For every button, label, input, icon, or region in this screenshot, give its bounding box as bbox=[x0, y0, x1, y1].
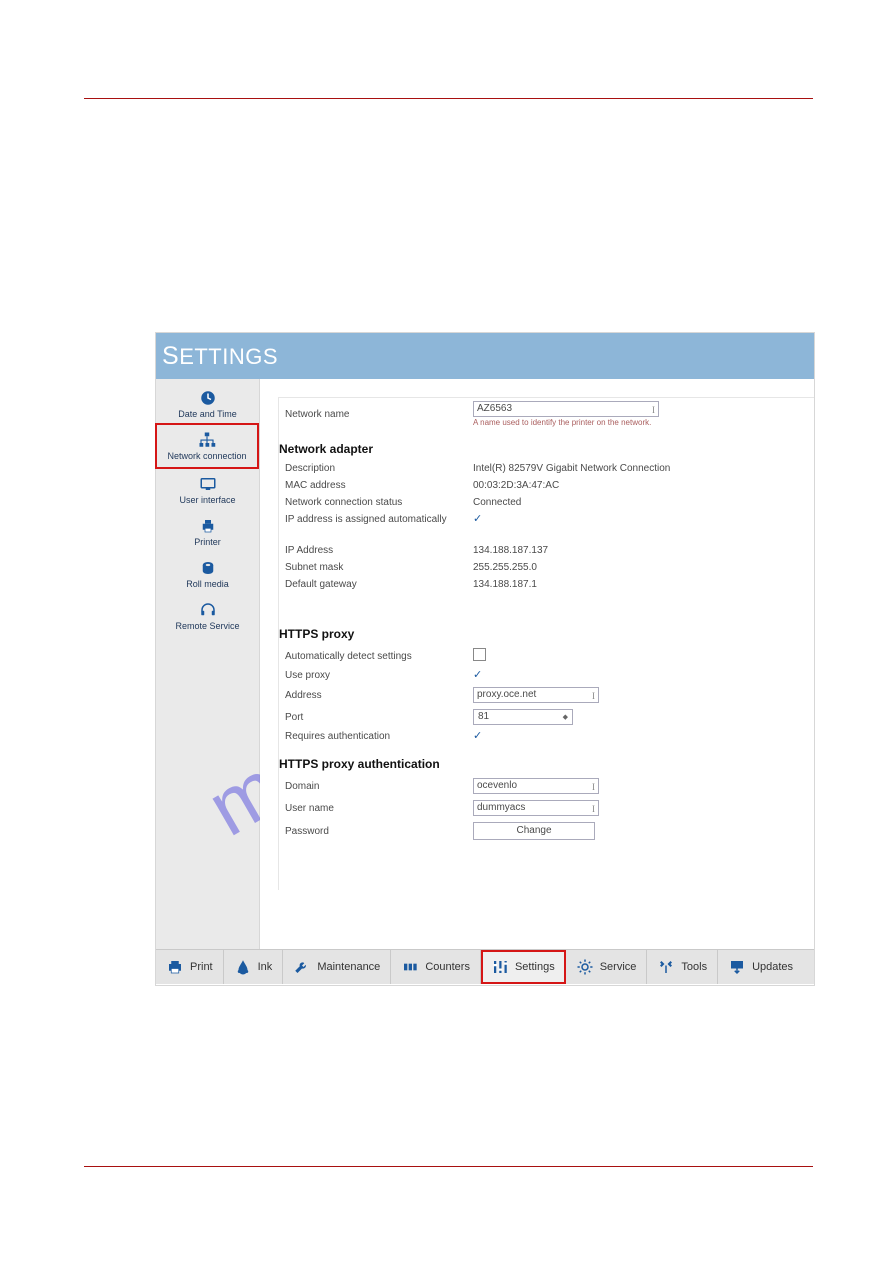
sidebar-item-remote-service[interactable]: Remote Service bbox=[156, 595, 259, 637]
description-label: Description bbox=[285, 463, 473, 474]
auto-detect-label: Automatically detect settings bbox=[285, 651, 473, 662]
network-name-hint: A name used to identify the printer on t… bbox=[473, 418, 808, 427]
clock-icon bbox=[199, 389, 217, 407]
mac-label: MAC address bbox=[285, 480, 473, 491]
tab-counters[interactable]: Counters bbox=[391, 950, 481, 984]
gateway-label: Default gateway bbox=[285, 579, 473, 590]
proxy-port-select[interactable]: 81 bbox=[473, 709, 573, 725]
settings-sidebar: Date and Time Network connection User in… bbox=[156, 379, 260, 949]
requires-auth-checkmark: ✓ bbox=[473, 731, 482, 742]
download-icon bbox=[728, 958, 746, 976]
user-name-label: User name bbox=[285, 803, 473, 814]
counter-icon bbox=[401, 958, 419, 976]
sidebar-item-label: Network connection bbox=[157, 451, 257, 461]
tab-label: Counters bbox=[425, 961, 470, 973]
sidebar-item-label: Printer bbox=[156, 537, 259, 547]
tab-label: Ink bbox=[258, 961, 273, 973]
domain-label: Domain bbox=[285, 781, 473, 792]
sliders-icon bbox=[491, 958, 509, 976]
network-adapter-heading: Network adapter bbox=[279, 430, 814, 460]
ip-addr-value: 134.188.187.137 bbox=[473, 545, 808, 556]
bottom-rule bbox=[84, 1166, 813, 1167]
tab-service[interactable]: Service bbox=[566, 950, 648, 984]
network-name-input[interactable]: AZ6563I bbox=[473, 401, 659, 417]
tab-label: Settings bbox=[515, 961, 555, 973]
printer-icon bbox=[199, 517, 217, 535]
tab-label: Updates bbox=[752, 961, 793, 973]
settings-content: Network name AZ6563I A name used to iden… bbox=[260, 379, 814, 949]
https-proxy-auth-heading: HTTPS proxy authentication bbox=[279, 745, 814, 775]
sidebar-item-printer[interactable]: Printer bbox=[156, 511, 259, 553]
sidebar-item-date-time[interactable]: Date and Time bbox=[156, 383, 259, 425]
proxy-address-input[interactable]: proxy.oce.netI bbox=[473, 687, 599, 703]
sidebar-item-user-interface[interactable]: User interface bbox=[156, 469, 259, 511]
title-rest: ETTINGS bbox=[179, 344, 278, 369]
gear-icon bbox=[576, 958, 594, 976]
conn-status-label: Network connection status bbox=[285, 497, 473, 508]
roll-icon bbox=[199, 559, 217, 577]
page-title-bar: SETTINGS bbox=[156, 333, 814, 379]
change-password-button[interactable]: Change bbox=[473, 822, 595, 840]
network-icon bbox=[198, 431, 216, 449]
tab-ink[interactable]: Ink bbox=[224, 950, 284, 984]
tab-updates[interactable]: Updates bbox=[718, 950, 803, 984]
sidebar-item-label: Date and Time bbox=[156, 409, 259, 419]
gateway-value: 134.188.187.1 bbox=[473, 579, 808, 590]
tab-print[interactable]: Print bbox=[156, 950, 224, 984]
document-page: manualshive.com SETTINGS Date and Time N… bbox=[0, 0, 893, 1263]
tab-maintenance[interactable]: Maintenance bbox=[283, 950, 391, 984]
bottom-tab-bar: Print Ink Maintenance Counters Settings … bbox=[156, 949, 814, 984]
settings-app: manualshive.com SETTINGS Date and Time N… bbox=[155, 332, 815, 986]
ip-auto-label: IP address is assigned automatically bbox=[285, 514, 473, 525]
subnet-value: 255.255.255.0 bbox=[473, 562, 808, 573]
https-proxy-heading: HTTPS proxy bbox=[279, 615, 814, 645]
conn-status-value: Connected bbox=[473, 497, 808, 508]
network-name-label: Network name bbox=[285, 409, 473, 420]
sidebar-item-label: Roll media bbox=[156, 579, 259, 589]
password-label: Password bbox=[285, 826, 473, 837]
sidebar-item-label: User interface bbox=[156, 495, 259, 505]
tab-label: Maintenance bbox=[317, 961, 380, 973]
wrench-icon bbox=[293, 958, 311, 976]
tab-tools[interactable]: Tools bbox=[647, 950, 718, 984]
top-rule bbox=[84, 98, 813, 99]
monitor-icon bbox=[199, 475, 217, 493]
tab-label: Print bbox=[190, 961, 213, 973]
ink-icon bbox=[234, 958, 252, 976]
sidebar-item-network-connection[interactable]: Network connection bbox=[155, 423, 259, 469]
tab-label: Tools bbox=[681, 961, 707, 973]
sidebar-item-roll-media[interactable]: Roll media bbox=[156, 553, 259, 595]
requires-auth-label: Requires authentication bbox=[285, 731, 473, 742]
subnet-label: Subnet mask bbox=[285, 562, 473, 573]
tools-icon bbox=[657, 958, 675, 976]
printer-icon bbox=[166, 958, 184, 976]
user-name-input[interactable]: dummyacsI bbox=[473, 800, 599, 816]
auto-detect-checkbox[interactable] bbox=[473, 648, 486, 661]
proxy-port-label: Port bbox=[285, 712, 473, 723]
ip-addr-label: IP Address bbox=[285, 545, 473, 556]
ip-auto-checkmark: ✓ bbox=[473, 514, 482, 525]
title-firstcap: S bbox=[162, 342, 179, 370]
mac-value: 00:03:2D:3A:47:AC bbox=[473, 480, 808, 491]
sidebar-item-label: Remote Service bbox=[156, 621, 259, 631]
description-value: Intel(R) 82579V Gigabit Network Connecti… bbox=[473, 463, 808, 474]
tab-label: Service bbox=[600, 961, 637, 973]
domain-input[interactable]: ocevenloI bbox=[473, 778, 599, 794]
tab-settings[interactable]: Settings bbox=[481, 950, 566, 984]
proxy-address-label: Address bbox=[285, 690, 473, 701]
use-proxy-checkmark: ✓ bbox=[473, 670, 482, 681]
form-panel: Network name AZ6563I A name used to iden… bbox=[278, 397, 814, 890]
use-proxy-label: Use proxy bbox=[285, 670, 473, 681]
headset-icon bbox=[199, 601, 217, 619]
